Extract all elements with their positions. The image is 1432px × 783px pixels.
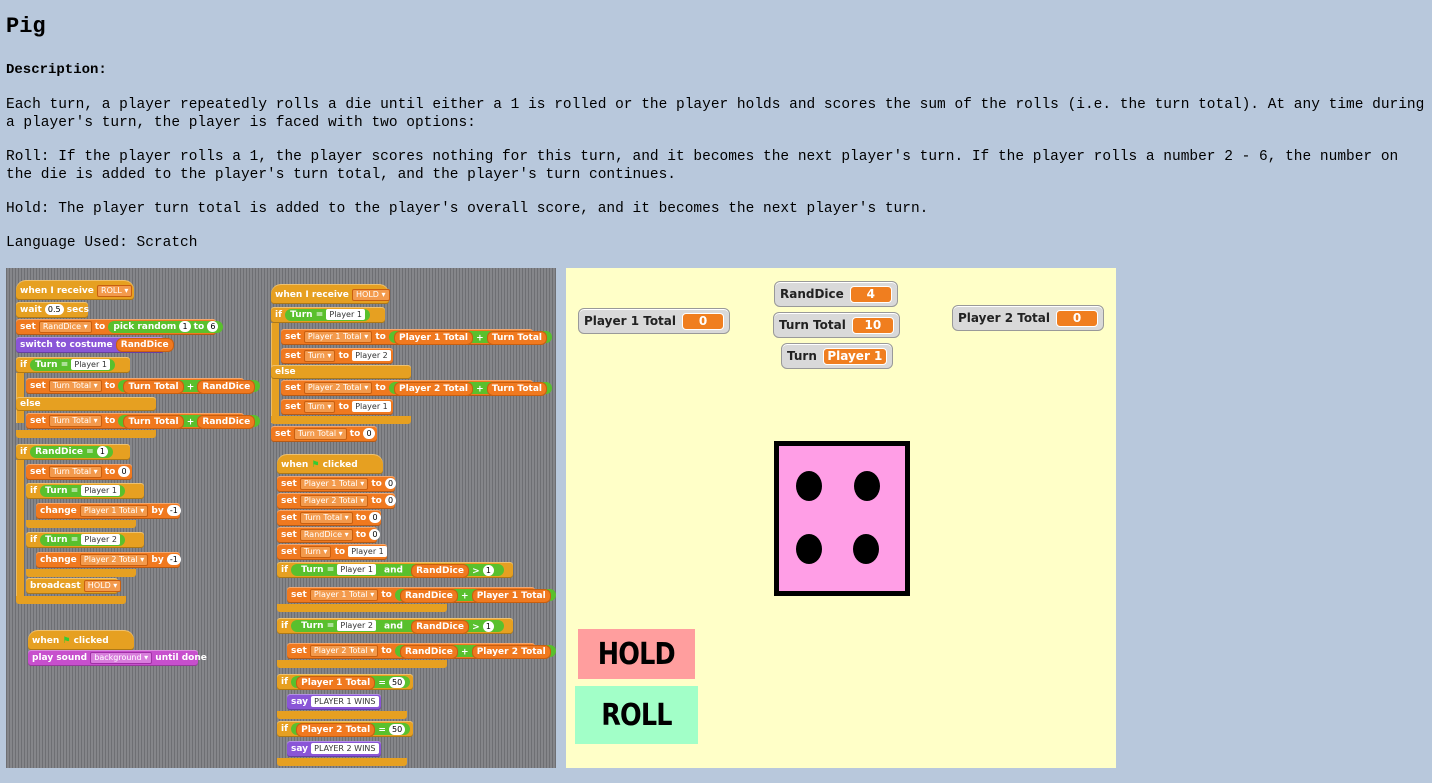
set-p2-total-zero-block[interactable]: set Player 2 Total to 0 bbox=[277, 493, 397, 509]
set-turn-player1-block[interactable]: set Turn to Player 1 bbox=[277, 544, 387, 560]
if-p1-and-gt1-block[interactable]: if Turn = Player 1 and RandDice > 1 bbox=[277, 562, 513, 578]
set-turn-player1-block[interactable]: set Turn to Player 1 bbox=[281, 399, 393, 415]
else-label: else bbox=[271, 365, 411, 379]
if-p1-total-50-block[interactable]: if Player 1 Total = 50 bbox=[277, 674, 413, 690]
die-pip-icon bbox=[853, 534, 879, 564]
when-flag-clicked-hat[interactable]: when ⚑ clicked bbox=[277, 454, 383, 474]
if-turn-player1-block[interactable]: if Turn = Player 1 bbox=[271, 307, 385, 323]
green-flag-icon: ⚑ bbox=[62, 636, 71, 646]
set-turn-total-zero-block[interactable]: set Turn Total to 0 bbox=[26, 464, 132, 480]
else-label: else bbox=[16, 397, 156, 411]
set-p2-total-block[interactable]: set Player 2 Total to RandDice + Player … bbox=[287, 643, 556, 659]
die-pip-icon bbox=[796, 471, 822, 501]
if-randdice-1-block[interactable]: if RandDice = 1 bbox=[16, 444, 130, 460]
stage[interactable]: RandDice 4 Turn Total 10 Turn Player 1 Play… bbox=[566, 268, 1116, 768]
set-turn-total-block[interactable]: set Turn Total to Turn Total + RandDice bbox=[26, 378, 261, 394]
if-p2-and-gt1-block[interactable]: if Turn = Player 2 and RandDice > 1 bbox=[277, 618, 513, 634]
switch-costume-block[interactable]: switch to costume RandDice bbox=[16, 337, 174, 353]
wait-block[interactable]: wait 0.5 secs bbox=[16, 302, 89, 318]
set-turn-player2-block[interactable]: set Turn to Player 2 bbox=[281, 348, 393, 364]
roll-button[interactable]: ROLL bbox=[575, 686, 698, 744]
green-flag-icon: ⚑ bbox=[311, 460, 320, 470]
set-p1-total-zero-block[interactable]: set Player 1 Total to 0 bbox=[277, 476, 397, 492]
play-sound-block[interactable]: play sound background until done bbox=[28, 650, 207, 666]
hold-paragraph: Hold: The player turn total is added to … bbox=[6, 201, 929, 217]
if-turn-player2-block[interactable]: if Turn = Player 2 bbox=[26, 532, 144, 548]
die-sprite bbox=[774, 441, 910, 596]
randdice-monitor: RandDice 4 bbox=[774, 281, 898, 307]
page-title: Pig bbox=[6, 14, 46, 39]
set-randdice-zero-block[interactable]: set RandDice to 0 bbox=[277, 527, 381, 543]
set-turn-total-block[interactable]: set Turn Total to Turn Total + RandDice bbox=[26, 413, 261, 429]
scripts-area[interactable]: when I receive ROLL wait 0.5 secs set Ra… bbox=[6, 268, 556, 768]
description-paragraph: Each turn, a player repeatedly rolls a d… bbox=[6, 97, 1425, 131]
change-p1-total-block[interactable]: change Player 1 Total by -1 bbox=[36, 503, 181, 519]
roll-paragraph: Roll: If the player rolls a 1, the playe… bbox=[6, 149, 1399, 183]
set-turn-total-zero-block[interactable]: set Turn Total to 0 bbox=[277, 510, 381, 526]
turn-monitor: Turn Player 1 bbox=[781, 343, 893, 369]
turn-total-monitor: Turn Total 10 bbox=[773, 312, 900, 338]
change-p2-total-block[interactable]: change Player 2 Total by -1 bbox=[36, 552, 181, 568]
language-paragraph: Language Used: Scratch bbox=[6, 235, 198, 251]
say-p2-wins-block[interactable]: say PLAYER 2 WINS bbox=[287, 741, 381, 757]
set-p2-total-block[interactable]: set Player 2 Total to Player 2 Total + T… bbox=[281, 380, 552, 396]
if-p2-total-50-block[interactable]: if Player 2 Total = 50 bbox=[277, 721, 413, 737]
when-flag-clicked-hat[interactable]: when ⚑ clicked bbox=[28, 630, 134, 650]
when-receive-roll-hat[interactable]: when I receive ROLL bbox=[16, 280, 134, 300]
set-p1-total-block[interactable]: set Player 1 Total to Player 1 Total + T… bbox=[281, 329, 552, 345]
die-pip-icon bbox=[854, 471, 880, 501]
player1-total-monitor: Player 1 Total 0 bbox=[578, 308, 731, 334]
set-turn-total-zero-block[interactable]: set Turn Total to 0 bbox=[271, 426, 377, 442]
if-turn-player1-block[interactable]: if Turn = Player 1 bbox=[26, 483, 144, 499]
hold-button[interactable]: HOLD bbox=[578, 629, 695, 679]
die-pip-icon bbox=[796, 534, 822, 564]
if-turn-player1-block[interactable]: if Turn = Player 1 bbox=[16, 357, 130, 373]
say-p1-wins-block[interactable]: say PLAYER 1 WINS bbox=[287, 694, 381, 710]
set-randdice-block[interactable]: set RandDice to pick random 1 to 6 bbox=[16, 319, 224, 335]
set-p1-total-block[interactable]: set Player 1 Total to RandDice + Player … bbox=[287, 587, 556, 603]
player2-total-monitor: Player 2 Total 0 bbox=[952, 305, 1105, 331]
broadcast-hold-block[interactable]: broadcast HOLD bbox=[26, 578, 122, 594]
when-receive-hold-hat[interactable]: when I receive HOLD bbox=[271, 284, 390, 304]
description-heading: Description: bbox=[6, 62, 107, 78]
